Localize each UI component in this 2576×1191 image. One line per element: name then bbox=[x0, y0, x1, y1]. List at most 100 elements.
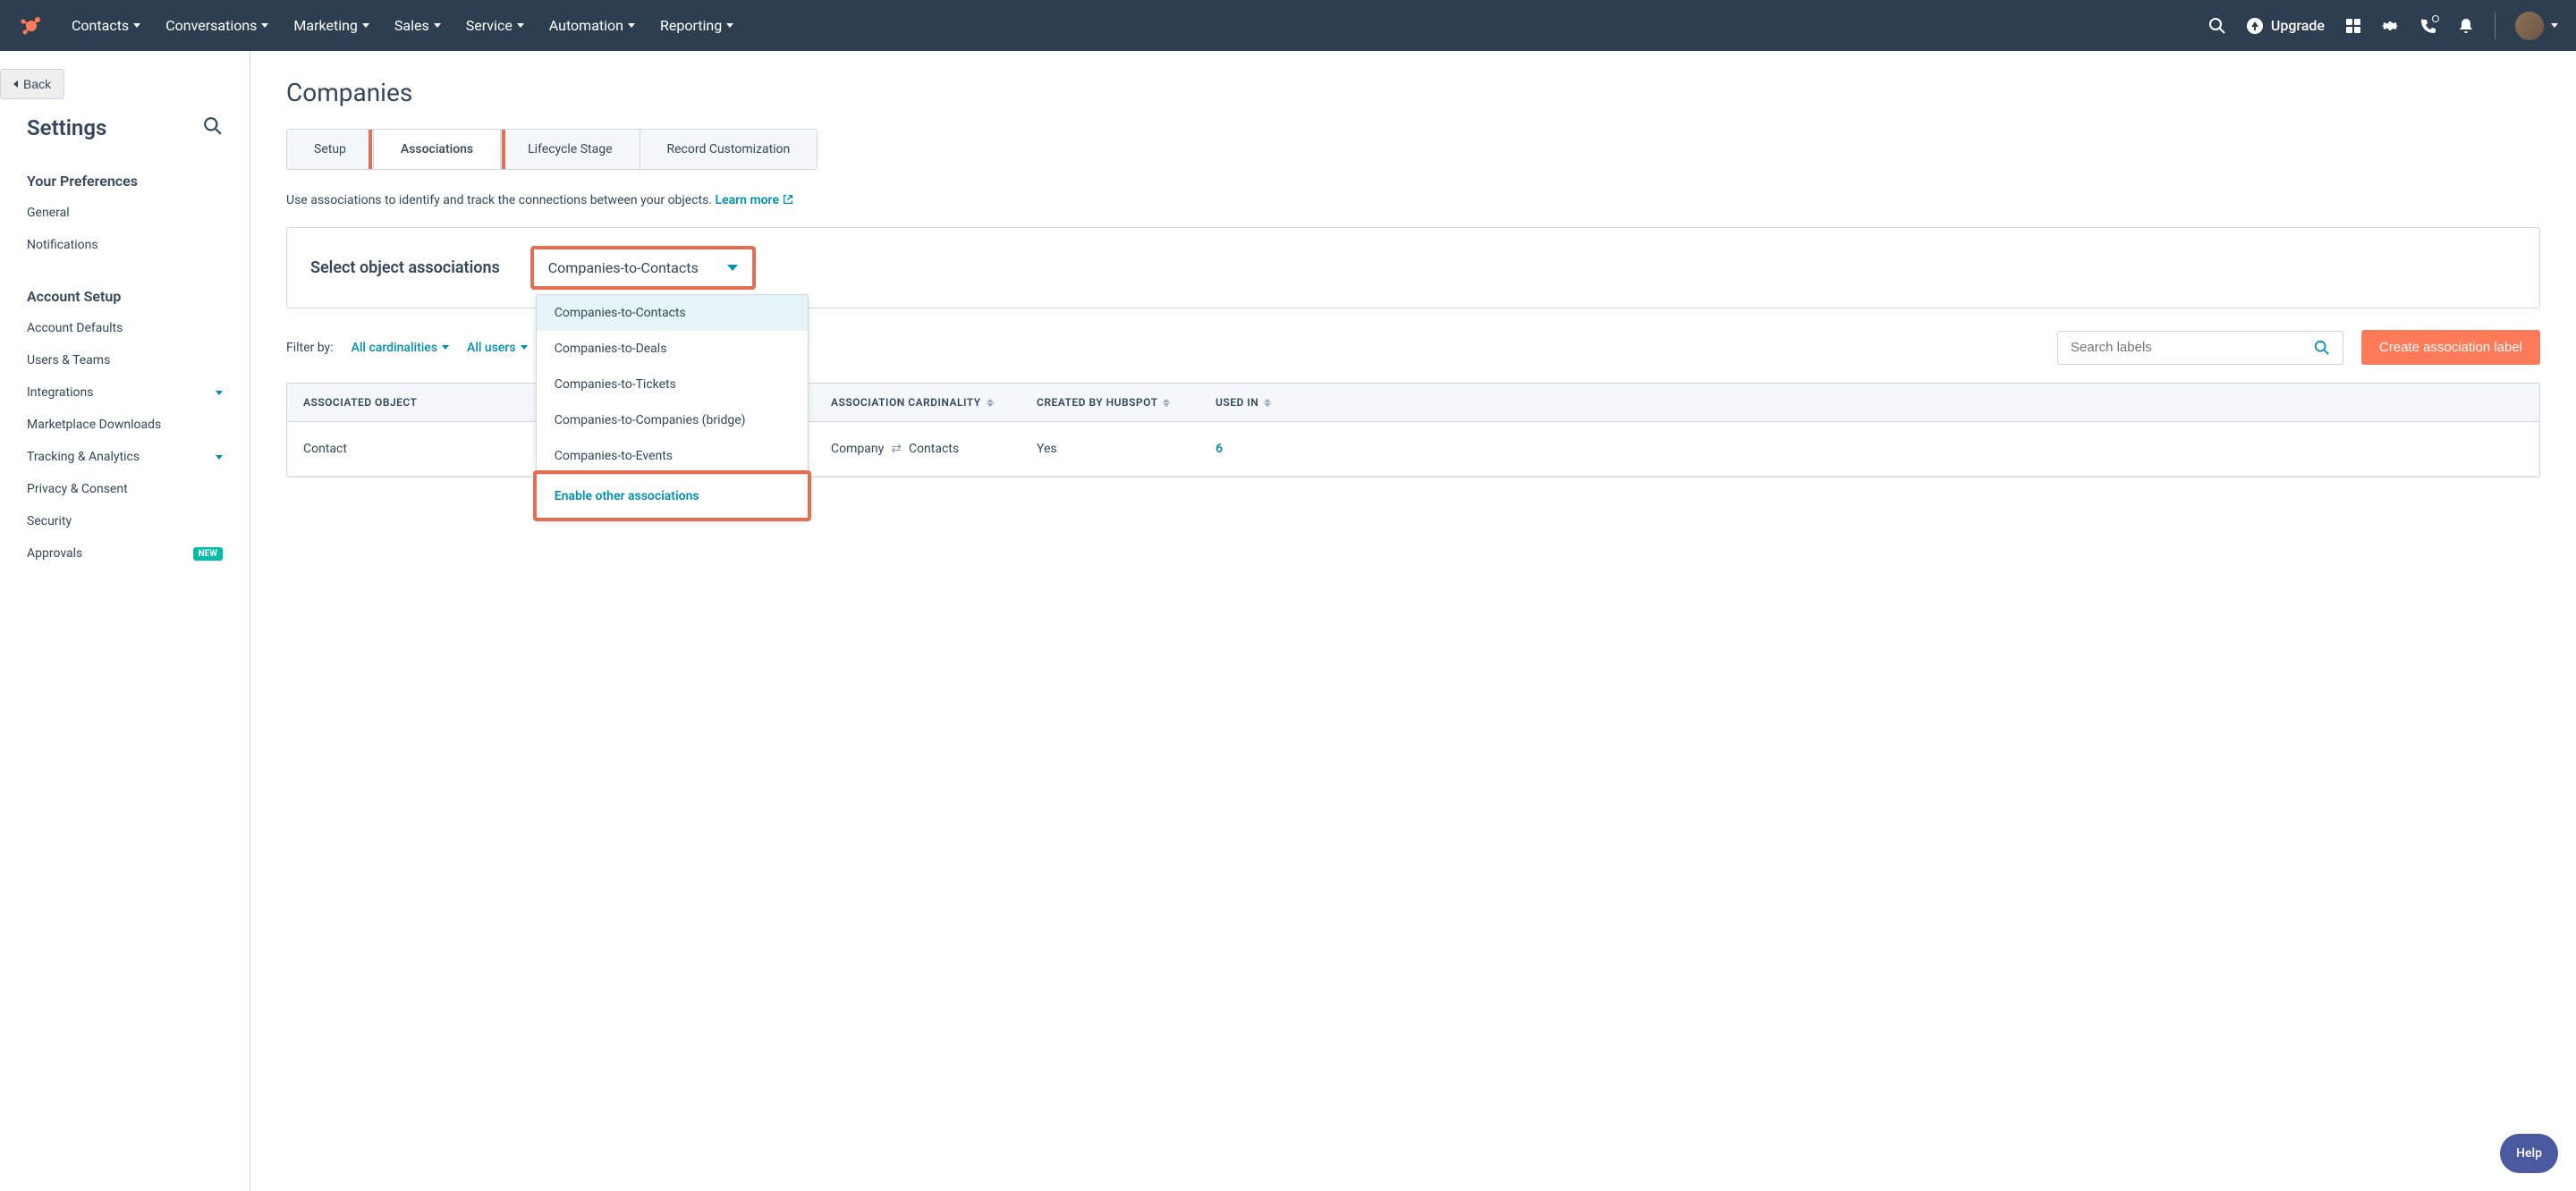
main-content: Companies Setup Associations Lifecycle S… bbox=[250, 51, 2576, 1191]
search-icon[interactable] bbox=[203, 116, 223, 139]
learn-more-link[interactable]: Learn more bbox=[716, 193, 795, 207]
settings-title: Settings bbox=[27, 115, 106, 140]
sidebar-item-notifications[interactable]: Notifications bbox=[0, 229, 250, 261]
sidebar-item-label: Approvals bbox=[27, 546, 82, 561]
sidebar-item-label: Account Defaults bbox=[27, 321, 123, 335]
sidebar-item-tracking[interactable]: Tracking & Analytics bbox=[0, 441, 250, 473]
tab-record-customization[interactable]: Record Customization bbox=[640, 130, 818, 169]
tab-lifecycle[interactable]: Lifecycle Stage bbox=[501, 130, 640, 169]
sidebar-item-label: Integrations bbox=[27, 385, 93, 400]
tab-associations[interactable]: Associations bbox=[374, 130, 501, 169]
sidebar-item-label: Privacy & Consent bbox=[27, 482, 128, 496]
sidebar-item-label: Marketplace Downloads bbox=[27, 418, 161, 432]
enable-other-associations[interactable]: Enable other associations bbox=[537, 475, 808, 518]
nav-label: Marketing bbox=[293, 17, 357, 34]
th-label: ASSOCIATION CARDINALITY bbox=[831, 396, 981, 409]
search-icon bbox=[2314, 340, 2330, 356]
dropdown-option[interactable]: Companies-to-Tickets bbox=[537, 367, 808, 402]
sidebar-item-general[interactable]: General bbox=[0, 197, 250, 229]
chevron-down-icon bbox=[133, 23, 140, 28]
description-text: Use associations to identify and track t… bbox=[286, 193, 712, 207]
top-nav: Contacts Conversations Marketing Sales S… bbox=[0, 0, 2576, 51]
sidebar-item-label: Users & Teams bbox=[27, 353, 110, 367]
chevron-down-icon bbox=[628, 23, 635, 28]
sidebar-item-account-defaults[interactable]: Account Defaults bbox=[0, 312, 250, 344]
account-menu[interactable] bbox=[2515, 12, 2558, 40]
nav-service[interactable]: Service bbox=[466, 17, 524, 34]
nav-label: Contacts bbox=[72, 17, 129, 34]
chevron-down-icon bbox=[2551, 23, 2558, 28]
main-nav: Contacts Conversations Marketing Sales S… bbox=[72, 17, 2208, 34]
th-label: ASSOCIATED OBJECT bbox=[303, 396, 417, 409]
th-created-by[interactable]: CREATED BY HUBSPOT bbox=[1021, 384, 1199, 421]
used-in-count[interactable]: 6 bbox=[1216, 442, 1223, 456]
help-button[interactable]: Help bbox=[2500, 1134, 2558, 1173]
dropdown-menu: Companies-to-Contacts Companies-to-Deals… bbox=[536, 294, 809, 519]
nav-label: Automation bbox=[549, 17, 623, 34]
dropdown-value: Companies-to-Contacts bbox=[548, 259, 699, 276]
td-used-in: 6 bbox=[1199, 422, 2539, 476]
phone-icon[interactable] bbox=[2419, 17, 2437, 35]
sidebar-item-users-teams[interactable]: Users & Teams bbox=[0, 344, 250, 376]
sidebar-item-approvals[interactable]: Approvals NEW bbox=[0, 537, 250, 570]
sidebar-item-integrations[interactable]: Integrations bbox=[0, 376, 250, 409]
sidebar-item-privacy[interactable]: Privacy & Consent bbox=[0, 473, 250, 505]
tab-setup[interactable]: Setup bbox=[287, 130, 374, 169]
chevron-down-icon bbox=[442, 345, 449, 350]
th-cardinality[interactable]: ASSOCIATION CARDINALITY bbox=[815, 384, 1021, 421]
nav-automation[interactable]: Automation bbox=[549, 17, 635, 34]
hubspot-logo[interactable] bbox=[18, 13, 45, 39]
new-badge: NEW bbox=[193, 547, 223, 561]
marketplace-icon[interactable] bbox=[2344, 17, 2362, 35]
dropdown-option[interactable]: Companies-to-Events bbox=[537, 438, 808, 474]
chevron-left-icon bbox=[13, 80, 18, 88]
td-cardinality: Company ⇄ Contacts bbox=[815, 422, 1021, 476]
th-used-in[interactable]: USED IN bbox=[1199, 384, 2539, 421]
description: Use associations to identify and track t… bbox=[286, 193, 2540, 207]
upgrade-label: Upgrade bbox=[2271, 17, 2325, 34]
associations-dropdown[interactable]: Companies-to-Contacts bbox=[536, 251, 750, 284]
filter-users[interactable]: All users bbox=[467, 341, 528, 355]
filter-label: All users bbox=[467, 341, 516, 355]
upgrade-button[interactable]: Upgrade bbox=[2246, 17, 2325, 35]
search-labels-input[interactable] bbox=[2057, 331, 2343, 365]
filter-by-label: Filter by: bbox=[286, 341, 334, 355]
back-button[interactable]: Back bbox=[0, 69, 64, 99]
nav-contacts[interactable]: Contacts bbox=[72, 17, 140, 34]
page-title: Companies bbox=[286, 78, 2540, 107]
nav-label: Sales bbox=[394, 17, 429, 34]
nav-label: Service bbox=[466, 17, 513, 34]
dropdown-option[interactable]: Companies-to-Companies (bridge) bbox=[537, 402, 808, 438]
dropdown-option[interactable]: Companies-to-Deals bbox=[537, 331, 808, 367]
filter-cardinalities[interactable]: All cardinalities bbox=[352, 341, 449, 355]
search-icon[interactable] bbox=[2208, 17, 2226, 35]
divider bbox=[2495, 13, 2496, 39]
sidebar-section-preferences: Your Preferences bbox=[0, 165, 250, 197]
select-associations-row: Select object associations Companies-to-… bbox=[286, 227, 2540, 308]
chevron-down-icon bbox=[726, 23, 733, 28]
nav-sales[interactable]: Sales bbox=[394, 17, 441, 34]
cardinality-a: Company bbox=[831, 442, 884, 456]
external-link-icon bbox=[782, 193, 794, 206]
caret-down-icon bbox=[727, 265, 738, 271]
chevron-down-icon bbox=[216, 391, 223, 395]
learn-more-label: Learn more bbox=[716, 193, 779, 207]
sidebar-item-marketplace[interactable]: Marketplace Downloads bbox=[0, 409, 250, 441]
dropdown-option[interactable]: Companies-to-Contacts bbox=[537, 295, 808, 331]
th-label: USED IN bbox=[1216, 396, 1258, 409]
sidebar-item-security[interactable]: Security bbox=[0, 505, 250, 537]
select-label: Select object associations bbox=[310, 258, 500, 277]
create-association-label-button[interactable]: Create association label bbox=[2361, 330, 2540, 365]
nav-reporting[interactable]: Reporting bbox=[660, 17, 733, 34]
sidebar-section-account: Account Setup bbox=[0, 281, 250, 312]
td-object: Contact bbox=[287, 422, 547, 476]
gear-icon[interactable] bbox=[2382, 17, 2400, 35]
bell-icon[interactable] bbox=[2457, 17, 2475, 35]
nav-conversations[interactable]: Conversations bbox=[165, 17, 268, 34]
nav-marketing[interactable]: Marketing bbox=[293, 17, 369, 34]
chevron-down-icon bbox=[362, 23, 369, 28]
sort-icon bbox=[1264, 399, 1271, 407]
sidebar-item-label: General bbox=[27, 206, 70, 220]
search-field[interactable] bbox=[2071, 340, 2314, 355]
th-associated-object[interactable]: ASSOCIATED OBJECT bbox=[287, 384, 547, 421]
